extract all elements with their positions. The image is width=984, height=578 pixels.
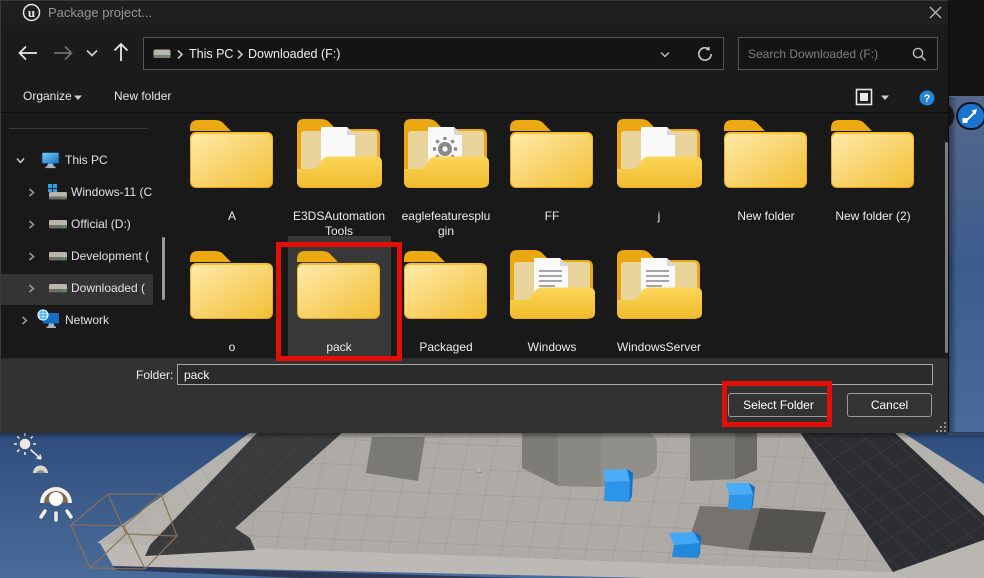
svg-text:?: ? [924,93,931,105]
svg-text:u: u [28,5,35,20]
